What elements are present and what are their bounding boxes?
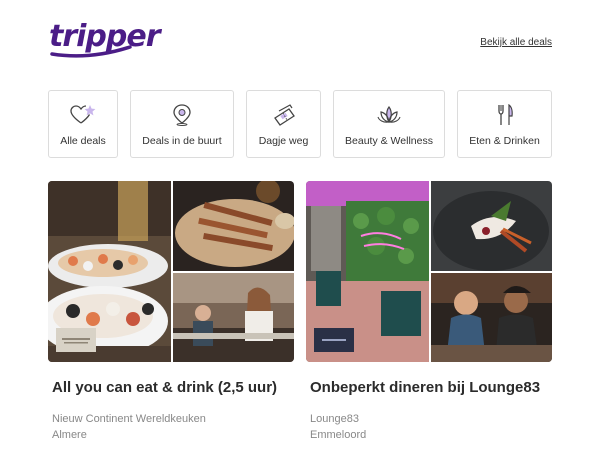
deal-photo-collage xyxy=(48,181,294,362)
tripper-logo[interactable]: tripper xyxy=(48,18,161,66)
category-food-drinks[interactable]: Eten & Drinken xyxy=(457,90,552,158)
category-bar: Alle deals Deals in de buurt Dagje weg B… xyxy=(48,90,552,158)
category-all-deals[interactable]: Alle deals xyxy=(48,90,118,158)
header: tripper Bekijk alle deals xyxy=(48,18,552,68)
lotus-icon xyxy=(377,104,401,126)
category-day-out[interactable]: Dagje weg xyxy=(246,90,321,158)
deal-card[interactable]: All you can eat & drink (2,5 uur) Nieuw … xyxy=(48,181,294,441)
deal-vendor: Lounge83 xyxy=(310,413,359,425)
deal-card[interactable]: Onbeperkt dineren bij Lounge83 Lounge83 … xyxy=(306,181,552,441)
category-beauty-wellness[interactable]: Beauty & Wellness xyxy=(333,90,445,158)
deal-vendor: Nieuw Continent Wereldkeuken xyxy=(52,413,206,425)
category-deals-nearby[interactable]: Deals in de buurt xyxy=(130,90,234,158)
category-label: Dagje weg xyxy=(258,135,309,147)
category-label: Deals in de buurt xyxy=(142,135,222,147)
deal-title: Onbeperkt dineren bij Lounge83 xyxy=(310,379,541,396)
category-label: Eten & Drinken xyxy=(469,135,540,147)
deal-photo-collage xyxy=(306,181,552,362)
view-all-deals-link[interactable]: Bekijk alle deals xyxy=(480,37,552,48)
deal-city: Almere xyxy=(52,429,87,441)
logo-swoosh-icon xyxy=(50,45,132,58)
deal-city: Emmeloord xyxy=(310,429,367,441)
deal-title: All you can eat & drink (2,5 uur) xyxy=(52,379,278,396)
vendor-logo xyxy=(314,328,354,352)
fork-knife-icon xyxy=(496,104,514,126)
location-pin-icon xyxy=(172,104,192,126)
restaurant-diners-photo xyxy=(173,273,294,362)
plated-dish-photo xyxy=(431,181,552,271)
skewers-photo xyxy=(173,181,294,271)
category-label: Alle deals xyxy=(60,135,106,147)
heart-star-icon xyxy=(70,104,96,126)
ticket-icon xyxy=(272,104,296,126)
vendor-logo xyxy=(56,328,96,352)
friends-dining-photo xyxy=(431,273,552,362)
category-label: Beauty & Wellness xyxy=(345,135,433,147)
